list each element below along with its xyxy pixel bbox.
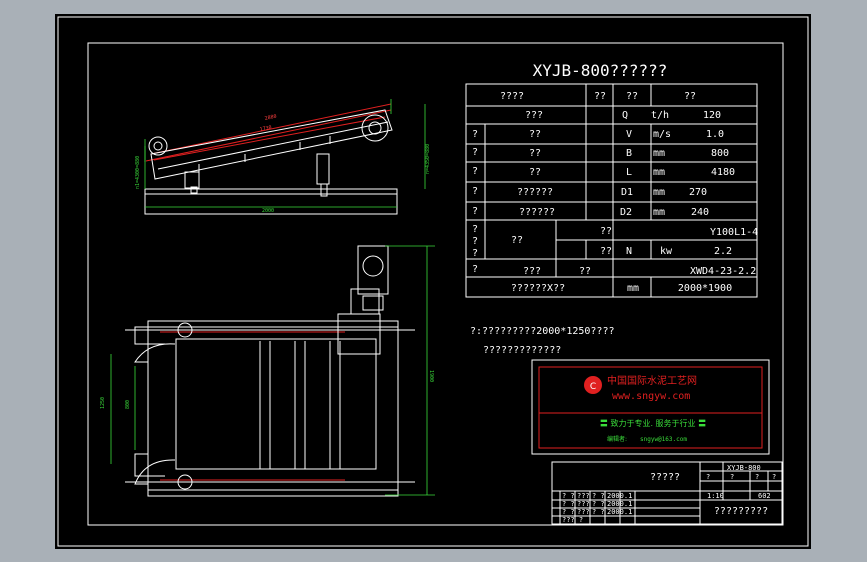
sheet-number: 602 [758, 492, 771, 500]
svg-text:??: ?? [579, 266, 591, 277]
svg-text:Y100L1-4: Y100L1-4 [710, 227, 758, 238]
drawing-code: XYJB-800 [727, 464, 761, 472]
svg-text:4180: 4180 [711, 167, 735, 178]
svg-text:B: B [626, 148, 632, 159]
svg-text:1.0: 1.0 [706, 129, 724, 140]
svg-text:D1: D1 [621, 187, 633, 198]
slogan: 〓 致力于专业. 服务于行业 〓 [600, 418, 706, 428]
svg-text:2880: 2880 [264, 114, 277, 122]
svg-text:?: ? [472, 147, 478, 158]
svg-text:1250: 1250 [100, 397, 106, 409]
side-view: 2880 1730 2000 n1=4300=880 n=4350=880 [135, 99, 431, 215]
svg-text:270: 270 [689, 187, 707, 198]
svg-text:?: ? [472, 206, 478, 217]
svg-text:???: ??? [577, 492, 590, 500]
title-block: ????? XYJB-800 ? ? ? ? 1:10 602 ????????… [551, 461, 783, 525]
svg-text:2000.1: 2000.1 [607, 492, 632, 500]
spec-table: ???? ?? ?? ?? ??? Q t/h 120 ? ?? V m/s 1… [465, 83, 758, 298]
svg-text:???: ??? [577, 508, 590, 516]
svg-text:mm: mm [627, 283, 639, 294]
svg-text:N: N [626, 246, 632, 257]
svg-text:mm: mm [653, 167, 665, 178]
svg-text:Q: Q [622, 110, 628, 121]
drawing-title: XYJB-800?????? [533, 61, 668, 80]
svg-text:??: ?? [594, 91, 606, 102]
svg-text:??: ?? [684, 91, 696, 102]
company-name: ????????? [714, 506, 768, 517]
svg-text:D2: D2 [620, 207, 632, 218]
svg-text:2.2: 2.2 [714, 246, 732, 257]
logo-box: C 中国国际水泥工艺网 www.sngyw.com 〓 致力于专业. 服务于行业… [531, 359, 770, 455]
svg-text:??????: ?????? [517, 187, 553, 198]
svg-text:???: ??? [577, 500, 590, 508]
site-url: www.sngyw.com [612, 391, 690, 402]
svg-text:240: 240 [691, 207, 709, 218]
contact: sngyw@163.com [640, 436, 687, 443]
svg-text:?: ? [472, 264, 478, 275]
svg-text:??? ?: ??? ? [562, 516, 583, 524]
scale: 1:10 [707, 492, 724, 500]
note-line-1: ?:?????????2000*1250???? [470, 326, 615, 337]
svg-text:kw: kw [660, 246, 673, 257]
svg-text:?: ? [730, 473, 734, 481]
svg-text:??: ?? [529, 129, 541, 140]
svg-text:mm: mm [653, 148, 665, 159]
svg-text:800: 800 [711, 148, 729, 159]
svg-text:??: ?? [600, 246, 612, 257]
svg-text:? ?: ? ? [592, 508, 605, 516]
svg-text:? ?: ? ? [562, 500, 575, 508]
drawing-sheet: XYJB-800?????? ???? ?? ?? ?? ??? Q t/h 1… [55, 14, 811, 549]
svg-text:??????: ?????? [519, 207, 555, 218]
svg-text:2000.1: 2000.1 [607, 508, 632, 516]
svg-text:XWD4-23-2.2: XWD4-23-2.2 [690, 266, 756, 277]
svg-text:??????X??: ??????X?? [511, 283, 565, 294]
svg-text:n1=4300=880: n1=4300=880 [135, 156, 141, 189]
svg-text:? ?: ? ? [592, 492, 605, 500]
svg-text:???: ??? [525, 110, 543, 121]
svg-text:?: ? [472, 186, 478, 197]
plan-view: 1900 1250 800 [100, 245, 435, 497]
svg-text:mm: mm [653, 187, 665, 198]
svg-text:??: ?? [529, 167, 541, 178]
svg-text:?: ? [472, 236, 478, 247]
svg-text:mm: mm [653, 207, 665, 218]
cad-drawing: XYJB-800?????? ???? ?? ?? ?? ??? Q t/h 1… [57, 16, 809, 547]
svg-text:L: L [626, 167, 632, 178]
site-name: 中国国际水泥工艺网 [607, 374, 697, 387]
svg-text:??: ?? [600, 226, 612, 237]
drawing-name: ????? [650, 472, 680, 483]
svg-text:??: ?? [529, 148, 541, 159]
svg-text:800: 800 [125, 400, 131, 409]
svg-text:??: ?? [626, 91, 638, 102]
svg-text:?: ? [706, 473, 710, 481]
svg-text:2000.1: 2000.1 [607, 500, 632, 508]
svg-text:2000*1900: 2000*1900 [678, 283, 732, 294]
svg-text:????: ???? [500, 91, 524, 102]
svg-text:?: ? [755, 473, 759, 481]
svg-text:?: ? [772, 473, 776, 481]
svg-text:t/h: t/h [651, 110, 669, 121]
svg-text:1900: 1900 [428, 370, 434, 382]
svg-text:2000: 2000 [262, 208, 274, 214]
svg-text:?: ? [472, 166, 478, 177]
svg-text:??: ?? [511, 235, 523, 246]
svg-text:n=4350=880: n=4350=880 [425, 144, 431, 174]
svg-text:m/s: m/s [653, 129, 671, 140]
svg-text:? ?: ? ? [562, 492, 575, 500]
svg-text:?: ? [472, 248, 478, 259]
svg-text:???: ??? [523, 266, 541, 277]
svg-text:?: ? [472, 129, 478, 140]
note-line-2: ????????????? [483, 345, 561, 356]
svg-text:? ?: ? ? [562, 508, 575, 516]
svg-text:? ?: ? ? [592, 500, 605, 508]
contact-label: 编辑者: [607, 435, 627, 443]
svg-text:120: 120 [703, 110, 721, 121]
svg-text:V: V [626, 129, 632, 140]
svg-text:C: C [590, 382, 596, 392]
svg-text:?: ? [472, 224, 478, 235]
